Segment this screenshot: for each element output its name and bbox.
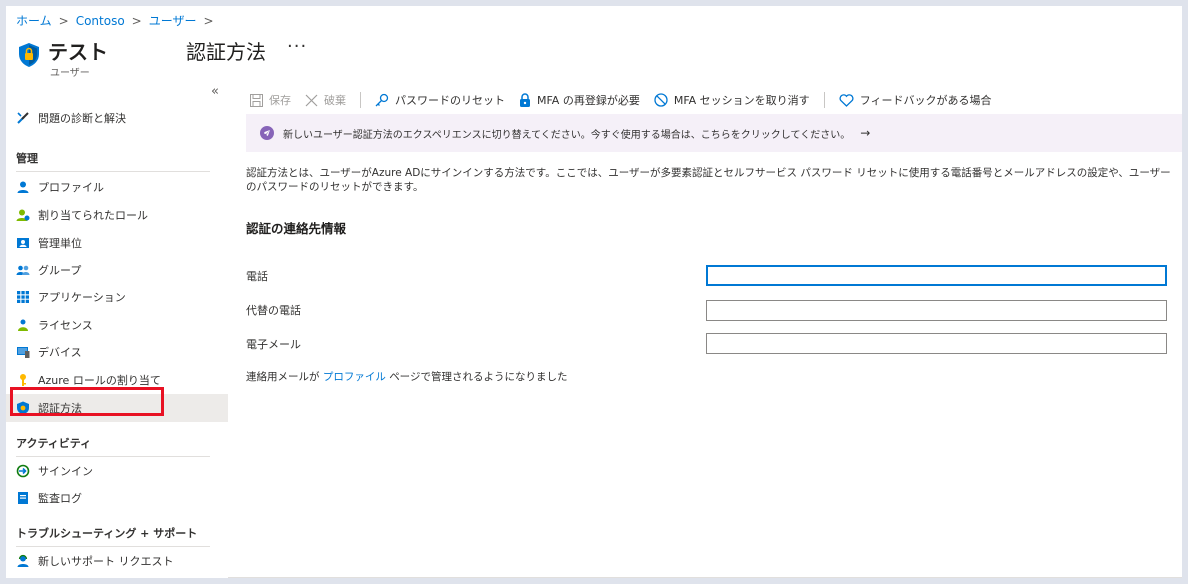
user-icon: [16, 180, 30, 194]
sidebar-item-licenses[interactable]: ライセンス: [6, 311, 228, 339]
sidebar-item-devices[interactable]: デバイス: [6, 338, 228, 366]
portal-window: ホーム > Contoso > ユーザー > テスト ユーザー 認証方法 ···…: [6, 6, 1182, 578]
command-bar: 保存 破棄 パスワードのリセット MFA の再登録が必要 MFA セッションを取…: [250, 90, 1005, 110]
breadcrumb-separator: >: [203, 13, 214, 28]
phone-label: 電話: [246, 270, 268, 283]
sidebar-item-label: Azure ロールの割り当て: [38, 374, 161, 387]
sidebar-item-label: アプリケーション: [38, 291, 126, 304]
group-icon: [16, 263, 30, 277]
breadcrumb-separator: >: [131, 13, 142, 28]
arrow-right-icon: →: [860, 126, 871, 140]
sidebar-item-label: 問題の診断と解決: [38, 112, 126, 125]
email-label: 電子メール: [246, 338, 301, 351]
sidebar-item-diagnose[interactable]: 問題の診断と解決: [6, 104, 228, 132]
sidebar-item-profile[interactable]: プロファイル: [6, 173, 228, 201]
heart-icon: [839, 93, 854, 107]
alternate-phone-input[interactable]: [706, 300, 1167, 321]
sidebar: « 問題の診断と解決 管理 プロファイル 割り当てられたロール 管理単位 グルー…: [6, 84, 228, 578]
breadcrumb: ホーム > Contoso > ユーザー >: [16, 12, 217, 29]
sidebar-group-activity: アクティビティ: [16, 435, 210, 457]
sidebar-item-label: 認証方法: [38, 402, 82, 415]
sidebar-item-groups[interactable]: グループ: [6, 256, 228, 284]
note-text-before: 連絡用メールが: [246, 371, 320, 383]
require-mfa-reregister-button[interactable]: MFA の再登録が必要: [519, 92, 640, 108]
admin-unit-icon: [16, 236, 30, 250]
sidebar-item-label: 割り当てられたロール: [38, 209, 148, 222]
shield-icon: [16, 401, 30, 415]
reset-password-button[interactable]: パスワードのリセット: [375, 92, 505, 108]
signin-icon: [16, 464, 30, 478]
revoke-mfa-sessions-button[interactable]: MFA セッションを取り消す: [654, 92, 810, 108]
require-mfa-label: MFA の再登録が必要: [537, 94, 640, 107]
alternate-phone-label: 代替の電話: [246, 304, 301, 317]
page-title: 認証方法: [186, 40, 266, 64]
sidebar-item-assigned-roles[interactable]: 割り当てられたロール: [6, 201, 228, 229]
sidebar-item-admin-units[interactable]: 管理単位: [6, 229, 228, 257]
page-description: 認証方法とは、ユーザーがAzure ADにサインインする方法です。ここでは、ユー…: [246, 167, 1171, 193]
email-input[interactable]: [706, 333, 1167, 354]
discard-label: 破棄: [324, 94, 346, 107]
sidebar-item-new-support-request[interactable]: 新しいサポート リクエスト: [6, 547, 228, 575]
sidebar-item-audit-logs[interactable]: 監査ログ: [6, 484, 228, 512]
note-text-after: ページで管理されるようになりました: [389, 371, 568, 383]
sidebar-group-support: トラブルシューティング + サポート: [16, 525, 210, 547]
page-header-subtitle: ユーザー: [50, 68, 90, 79]
device-icon: [16, 345, 30, 359]
wrench-icon: [16, 111, 30, 125]
key-icon: [16, 373, 30, 387]
sidebar-item-label: ライセンス: [38, 319, 93, 332]
sidebar-item-azure-role-assignments[interactable]: Azure ロールの割り当て: [6, 366, 228, 394]
sidebar-item-applications[interactable]: アプリケーション: [6, 283, 228, 311]
sidebar-item-label: 管理単位: [38, 237, 82, 250]
support-icon: [16, 554, 30, 568]
save-icon: [250, 93, 263, 107]
sidebar-group-manage: 管理: [16, 150, 210, 172]
more-options-button[interactable]: ···: [287, 36, 307, 57]
sidebar-item-label: 監査ログ: [38, 492, 82, 505]
sidebar-item-label: デバイス: [38, 346, 82, 359]
contact-email-note: 連絡用メールが プロファイル ページで管理されるようになりました: [246, 369, 567, 384]
sidebar-item-sign-ins[interactable]: サインイン: [6, 457, 228, 485]
breadcrumb-contoso[interactable]: Contoso: [76, 14, 125, 28]
close-icon: [305, 94, 318, 106]
audit-log-icon: [16, 491, 30, 505]
sidebar-item-label: 新しいサポート リクエスト: [38, 555, 174, 568]
section-title: 認証の連絡先情報: [246, 221, 347, 236]
sidebar-item-authentication-methods[interactable]: 認証方法: [6, 394, 228, 422]
phone-input[interactable]: [706, 265, 1167, 286]
toolbar-divider: [360, 92, 361, 108]
sidebar-item-label: グループ: [38, 264, 82, 277]
sidebar-item-label: サインイン: [38, 465, 93, 478]
banner-text: 新しいユーザー認証方法のエクスペリエンスに切り替えてください。今すぐ使用する場合…: [283, 129, 851, 141]
breadcrumb-home[interactable]: ホーム: [16, 12, 52, 29]
save-label: 保存: [269, 94, 291, 107]
role-icon: [16, 208, 30, 222]
discard-button[interactable]: 破棄: [305, 92, 346, 108]
feedback-label: フィードバックがある場合: [859, 94, 992, 107]
sidebar-item-label: プロファイル: [38, 181, 104, 194]
apps-grid-icon: [16, 290, 30, 304]
toolbar-divider: [823, 92, 825, 108]
collapse-sidebar-button[interactable]: «: [211, 84, 219, 99]
user-shield-icon: [19, 43, 39, 67]
rocket-icon: [260, 126, 274, 140]
footer-divider: [228, 577, 1182, 578]
save-button[interactable]: 保存: [250, 92, 291, 108]
breadcrumb-separator: >: [58, 13, 69, 28]
reset-password-label: パスワードのリセット: [395, 94, 505, 107]
key-icon: [375, 93, 389, 107]
revoke-mfa-label: MFA セッションを取り消す: [673, 94, 810, 107]
profile-link[interactable]: プロファイル: [323, 371, 386, 383]
license-icon: [16, 318, 30, 332]
block-icon: [654, 93, 668, 107]
new-experience-banner[interactable]: 新しいユーザー認証方法のエクスペリエンスに切り替えてください。今すぐ使用する場合…: [246, 114, 1182, 152]
lock-icon: [520, 93, 530, 107]
page-header-title: テスト: [48, 40, 108, 64]
feedback-button[interactable]: フィードバックがある場合: [839, 92, 992, 108]
breadcrumb-users[interactable]: ユーザー: [149, 12, 197, 29]
